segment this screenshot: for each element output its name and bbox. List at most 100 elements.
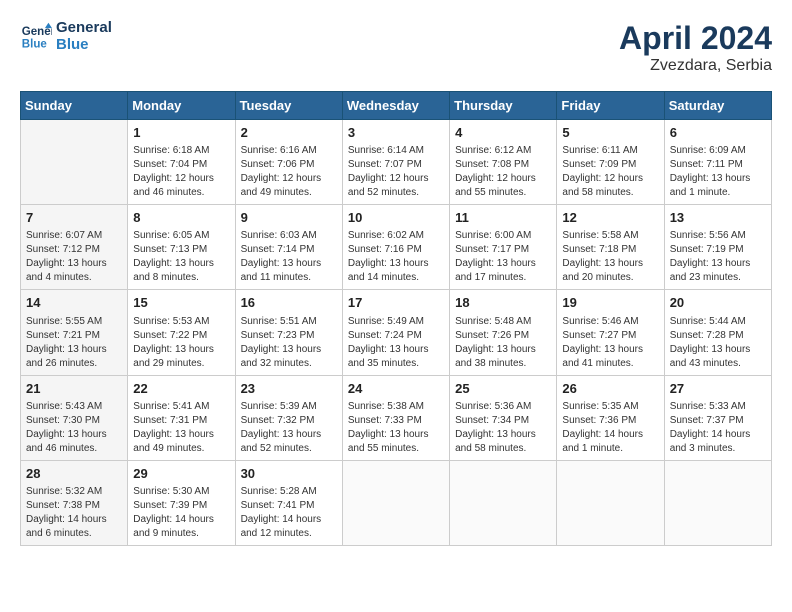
title-block: April 2024 Zvezdara, Serbia: [619, 20, 772, 75]
day-info: Sunrise: 5:53 AM Sunset: 7:22 PM Dayligh…: [133, 315, 229, 371]
day-info: Sunrise: 6:09 AM Sunset: 7:11 PM Dayligh…: [670, 144, 766, 200]
day-cell: 9 Sunrise: 6:03 AM Sunset: 7:14 PM Daylig…: [235, 205, 342, 290]
weekday-header-thursday: Thursday: [450, 92, 557, 120]
day-cell: 24 Sunrise: 5:38 AM Sunset: 7:33 PM Dayli…: [342, 375, 449, 460]
day-number: 10: [348, 209, 444, 227]
weekday-header-sunday: Sunday: [21, 92, 128, 120]
day-number: 24: [348, 380, 444, 398]
day-number: 29: [133, 465, 229, 483]
day-info: Sunrise: 5:56 AM Sunset: 7:19 PM Dayligh…: [670, 229, 766, 285]
day-number: 12: [562, 209, 658, 227]
day-info: Sunrise: 6:11 AM Sunset: 7:09 PM Dayligh…: [562, 144, 658, 200]
day-number: 14: [26, 294, 122, 312]
day-number: 25: [455, 380, 551, 398]
day-cell: 16 Sunrise: 5:51 AM Sunset: 7:23 PM Dayli…: [235, 290, 342, 375]
day-cell: 12 Sunrise: 5:58 AM Sunset: 7:18 PM Dayli…: [557, 205, 664, 290]
day-cell: 4 Sunrise: 6:12 AM Sunset: 7:08 PM Daylig…: [450, 120, 557, 205]
day-number: 20: [670, 294, 766, 312]
day-cell: 5 Sunrise: 6:11 AM Sunset: 7:09 PM Daylig…: [557, 120, 664, 205]
logo: General Blue General Blue: [20, 20, 112, 53]
day-info: Sunrise: 5:43 AM Sunset: 7:30 PM Dayligh…: [26, 400, 122, 456]
page-header: General Blue General Blue April 2024 Zve…: [20, 20, 772, 75]
day-info: Sunrise: 6:16 AM Sunset: 7:06 PM Dayligh…: [241, 144, 337, 200]
day-cell: 13 Sunrise: 5:56 AM Sunset: 7:19 PM Dayli…: [664, 205, 771, 290]
day-number: 9: [241, 209, 337, 227]
logo-general: General: [56, 20, 112, 37]
day-cell: 15 Sunrise: 5:53 AM Sunset: 7:22 PM Dayli…: [128, 290, 235, 375]
calendar-table: SundayMondayTuesdayWednesdayThursdayFrid…: [20, 91, 772, 546]
day-cell: 11Sunrise: 6:00 AM Sunset: 7:17 PM Dayli…: [450, 205, 557, 290]
day-info: Sunrise: 5:36 AM Sunset: 7:34 PM Dayligh…: [455, 400, 551, 456]
day-info: Sunrise: 6:14 AM Sunset: 7:07 PM Dayligh…: [348, 144, 444, 200]
day-number: 16: [241, 294, 337, 312]
day-cell: 6Sunrise: 6:09 AM Sunset: 7:11 PM Daylig…: [664, 120, 771, 205]
day-cell: 30 Sunrise: 5:28 AM Sunset: 7:41 PM Dayli…: [235, 460, 342, 545]
day-cell: [664, 460, 771, 545]
logo-blue: Blue: [56, 37, 112, 54]
day-number: 4: [455, 124, 551, 142]
day-number: 19: [562, 294, 658, 312]
day-info: Sunrise: 5:28 AM Sunset: 7:41 PM Dayligh…: [241, 485, 337, 541]
day-number: 22: [133, 380, 229, 398]
day-number: 13: [670, 209, 766, 227]
weekday-header-saturday: Saturday: [664, 92, 771, 120]
day-info: Sunrise: 5:58 AM Sunset: 7:18 PM Dayligh…: [562, 229, 658, 285]
day-cell: 27 Sunrise: 5:33 AM Sunset: 7:37 PM Dayli…: [664, 375, 771, 460]
day-info: Sunrise: 5:35 AM Sunset: 7:36 PM Dayligh…: [562, 400, 658, 456]
location: Zvezdara, Serbia: [619, 57, 772, 75]
weekday-header-row: SundayMondayTuesdayWednesdayThursdayFrid…: [21, 92, 772, 120]
day-info: Sunrise: 6:02 AM Sunset: 7:16 PM Dayligh…: [348, 229, 444, 285]
weekday-header-friday: Friday: [557, 92, 664, 120]
day-cell: 17Sunrise: 5:49 AM Sunset: 7:24 PM Dayli…: [342, 290, 449, 375]
day-info: Sunrise: 5:46 AM Sunset: 7:27 PM Dayligh…: [562, 315, 658, 371]
weekday-header-tuesday: Tuesday: [235, 92, 342, 120]
day-number: 18: [455, 294, 551, 312]
day-info: Sunrise: 5:51 AM Sunset: 7:23 PM Dayligh…: [241, 315, 337, 371]
day-number: 1: [133, 124, 229, 142]
day-cell: 19 Sunrise: 5:46 AM Sunset: 7:27 PM Dayli…: [557, 290, 664, 375]
day-info: Sunrise: 6:07 AM Sunset: 7:12 PM Dayligh…: [26, 229, 122, 285]
day-number: 30: [241, 465, 337, 483]
week-row-4: 21Sunrise: 5:43 AM Sunset: 7:30 PM Dayli…: [21, 375, 772, 460]
week-row-1: 1 Sunrise: 6:18 AM Sunset: 7:04 PM Daylig…: [21, 120, 772, 205]
day-info: Sunrise: 6:18 AM Sunset: 7:04 PM Dayligh…: [133, 144, 229, 200]
week-row-2: 7 Sunrise: 6:07 AM Sunset: 7:12 PM Daylig…: [21, 205, 772, 290]
day-cell: [342, 460, 449, 545]
day-cell: 29 Sunrise: 5:30 AM Sunset: 7:39 PM Dayli…: [128, 460, 235, 545]
day-info: Sunrise: 5:44 AM Sunset: 7:28 PM Dayligh…: [670, 315, 766, 371]
day-info: Sunrise: 5:55 AM Sunset: 7:21 PM Dayligh…: [26, 315, 122, 371]
day-cell: 18Sunrise: 5:48 AM Sunset: 7:26 PM Dayli…: [450, 290, 557, 375]
day-cell: 2 Sunrise: 6:16 AM Sunset: 7:06 PM Daylig…: [235, 120, 342, 205]
svg-text:Blue: Blue: [22, 38, 48, 50]
month-title: April 2024: [619, 20, 772, 57]
day-info: Sunrise: 5:41 AM Sunset: 7:31 PM Dayligh…: [133, 400, 229, 456]
day-cell: 3 Sunrise: 6:14 AM Sunset: 7:07 PM Daylig…: [342, 120, 449, 205]
day-info: Sunrise: 5:33 AM Sunset: 7:37 PM Dayligh…: [670, 400, 766, 456]
day-number: 8: [133, 209, 229, 227]
day-info: Sunrise: 6:03 AM Sunset: 7:14 PM Dayligh…: [241, 229, 337, 285]
day-cell: 28Sunrise: 5:32 AM Sunset: 7:38 PM Dayli…: [21, 460, 128, 545]
day-cell: 20 Sunrise: 5:44 AM Sunset: 7:28 PM Dayli…: [664, 290, 771, 375]
day-cell: 10 Sunrise: 6:02 AM Sunset: 7:16 PM Dayli…: [342, 205, 449, 290]
day-info: Sunrise: 6:12 AM Sunset: 7:08 PM Dayligh…: [455, 144, 551, 200]
day-number: 3: [348, 124, 444, 142]
day-cell: 26Sunrise: 5:35 AM Sunset: 7:36 PM Dayli…: [557, 375, 664, 460]
day-cell: [21, 120, 128, 205]
day-info: Sunrise: 5:38 AM Sunset: 7:33 PM Dayligh…: [348, 400, 444, 456]
day-info: Sunrise: 5:39 AM Sunset: 7:32 PM Dayligh…: [241, 400, 337, 456]
day-cell: [450, 460, 557, 545]
day-number: 23: [241, 380, 337, 398]
day-number: 7: [26, 209, 122, 227]
day-number: 2: [241, 124, 337, 142]
day-cell: 23 Sunrise: 5:39 AM Sunset: 7:32 PM Dayli…: [235, 375, 342, 460]
day-number: 15: [133, 294, 229, 312]
day-number: 5: [562, 124, 658, 142]
day-number: 28: [26, 465, 122, 483]
day-info: Sunrise: 5:30 AM Sunset: 7:39 PM Dayligh…: [133, 485, 229, 541]
day-cell: 1 Sunrise: 6:18 AM Sunset: 7:04 PM Daylig…: [128, 120, 235, 205]
weekday-header-monday: Monday: [128, 92, 235, 120]
logo-icon: General Blue: [20, 21, 52, 53]
day-number: 27: [670, 380, 766, 398]
day-info: Sunrise: 6:05 AM Sunset: 7:13 PM Dayligh…: [133, 229, 229, 285]
day-cell: 22 Sunrise: 5:41 AM Sunset: 7:31 PM Dayli…: [128, 375, 235, 460]
